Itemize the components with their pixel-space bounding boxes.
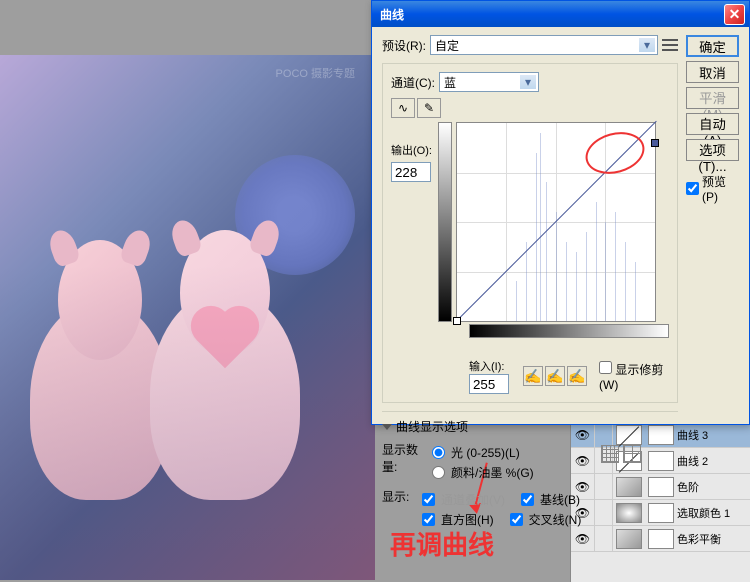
preset-menu-icon[interactable] — [662, 39, 678, 51]
pigment-radio[interactable] — [432, 466, 445, 479]
ok-button[interactable]: 确定 — [686, 35, 739, 57]
intersection-checkbox[interactable] — [510, 513, 523, 526]
close-button[interactable]: ✕ — [724, 4, 745, 25]
preview-checkbox[interactable] — [686, 182, 699, 195]
options-button[interactable]: 选项(T)... — [686, 139, 739, 161]
input-label: 输入(I): — [469, 358, 509, 374]
white-point-eyedropper-icon[interactable]: ✍ — [567, 366, 587, 386]
gray-point-eyedropper-icon[interactable]: ✍ — [545, 366, 565, 386]
preset-dropdown[interactable]: 自定 — [430, 35, 658, 55]
pencil-tool-icon[interactable]: ✎ — [417, 98, 441, 118]
smooth-button: 平滑(M) — [686, 87, 739, 109]
output-label: 输出(O): — [391, 142, 432, 158]
input-input[interactable] — [469, 374, 509, 394]
black-point-eyedropper-icon[interactable]: ✍ — [523, 366, 543, 386]
chevron-down-icon — [382, 424, 392, 430]
preset-label: 预设(R): — [382, 37, 426, 54]
grid-small-icon[interactable] — [601, 445, 619, 463]
workspace: POCO 摄影专题 — [0, 0, 375, 582]
dialog-titlebar[interactable]: 曲线 ✕ — [372, 1, 749, 27]
cancel-button[interactable]: 取消 — [686, 61, 739, 83]
display-amount-label: 显示数量: — [382, 441, 432, 484]
baseline-checkbox[interactable] — [521, 493, 534, 506]
grid-large-icon[interactable] — [623, 445, 641, 463]
auto-button[interactable]: 自动(A) — [686, 113, 739, 135]
light-radio[interactable] — [432, 446, 445, 459]
show-clipping-checkbox[interactable] — [599, 361, 612, 374]
watermark: POCO 摄影专题 — [276, 65, 355, 81]
photo-canvas[interactable]: POCO 摄影专题 — [0, 55, 375, 580]
curves-dialog: 曲线 ✕ 预设(R): 自定 通道(C): 蓝 ∿ ✎ — [371, 0, 750, 425]
output-input[interactable] — [391, 162, 431, 182]
x-gradient — [469, 324, 669, 338]
curve-tool-icon[interactable]: ∿ — [391, 98, 415, 118]
channel-label: 通道(C): — [391, 74, 435, 91]
channel-dropdown[interactable]: 蓝 — [439, 72, 539, 92]
curve-point-highlight[interactable] — [651, 139, 659, 147]
y-gradient — [438, 122, 452, 322]
show-label: 显示: — [382, 488, 422, 531]
channel-overlay-checkbox[interactable] — [422, 493, 435, 506]
display-options-toggle[interactable]: 曲线显示选项 — [382, 418, 678, 435]
histogram-checkbox[interactable] — [422, 513, 435, 526]
curve-graph[interactable] — [456, 122, 656, 322]
dialog-title: 曲线 — [380, 6, 724, 23]
curve-point-shadow[interactable] — [453, 317, 461, 325]
